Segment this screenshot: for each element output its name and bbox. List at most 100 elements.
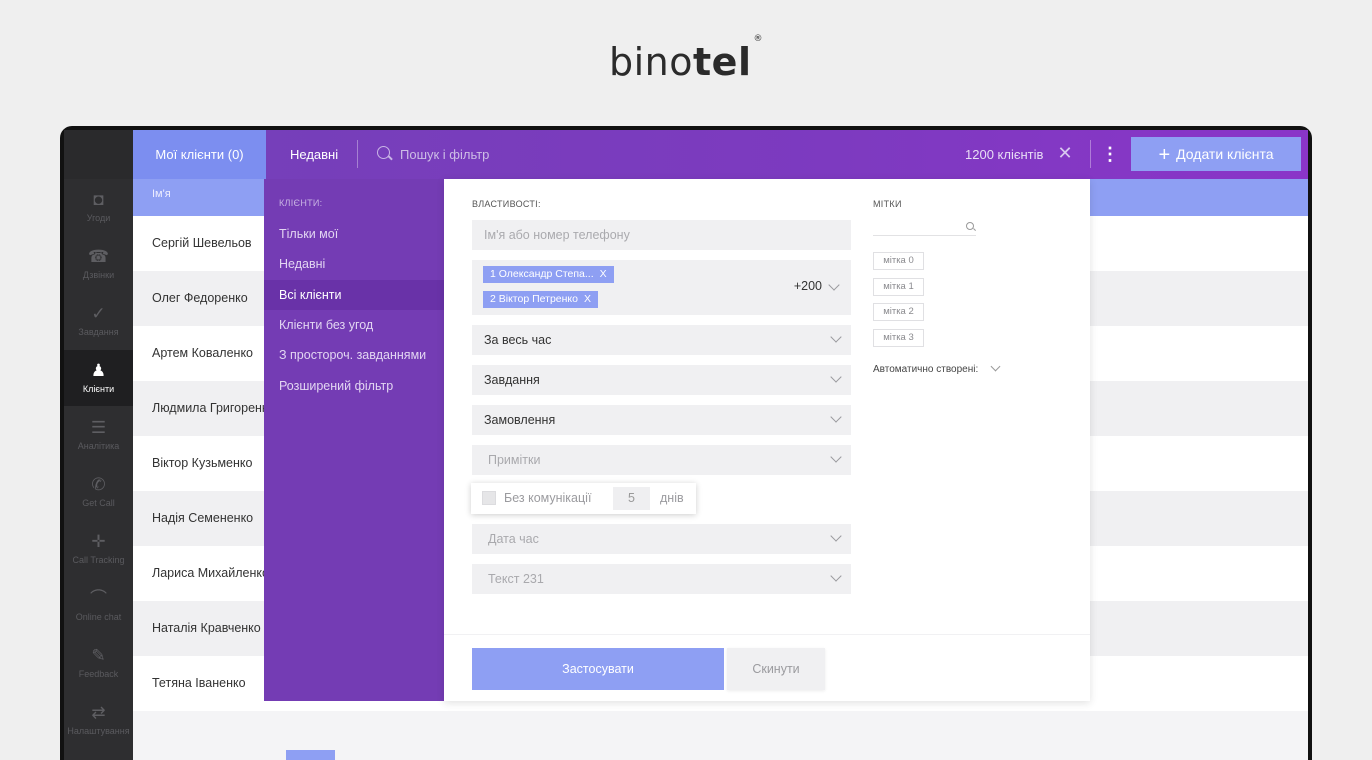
reset-button[interactable]: Скинути (727, 648, 825, 690)
binotel-logo: binotel® (0, 34, 1372, 84)
client-name: Надія Семененко (152, 511, 254, 525)
sidebar-item-label: Налаштування (67, 726, 130, 736)
close-icon[interactable]: ✕ (1057, 144, 1073, 162)
tag-chip[interactable]: мітка 3 (873, 328, 924, 347)
tab-recent[interactable]: Недавні (290, 130, 338, 179)
phone-icon: ☎ (87, 247, 110, 266)
client-name: Віктор Кузьменко (152, 456, 253, 470)
chip-label: 2 Віктор Петренко (490, 293, 578, 305)
column-header-name[interactable]: Ім'я (152, 188, 171, 200)
add-client-button[interactable]: + Додати клієнта (1131, 137, 1301, 171)
auto-created-label[interactable]: Автоматично створені: (873, 364, 978, 375)
client-name: Сергій Шевельов (152, 236, 252, 250)
sidebar-item[interactable]: ✓ Завдання (64, 293, 133, 349)
chevron-down-icon (830, 411, 842, 423)
chip-remove-icon[interactable]: X (584, 293, 591, 305)
search-icon[interactable] (377, 146, 390, 159)
plus-icon: + (1158, 144, 1171, 166)
search-icon (966, 222, 974, 230)
properties-title: ВЛАСТИВОСТІ: (472, 199, 541, 209)
chevron-down-icon[interactable] (828, 279, 840, 291)
tag-chip[interactable]: мітка 2 (873, 303, 924, 321)
chevron-down-icon[interactable] (990, 361, 1001, 372)
days-input[interactable]: 5 (613, 487, 650, 510)
check-icon: ✓ (91, 304, 106, 323)
chip-label: 1 Олександр Степа... (490, 268, 594, 280)
filter-select[interactable]: Текст 231 (472, 564, 851, 594)
client-name: Людмила Григоренко (152, 401, 275, 415)
sidebar-item[interactable]: ✎ Feedback (64, 635, 133, 691)
deals-icon: ◘ (93, 190, 104, 209)
sidebar-item[interactable]: ☰ Аналітика (64, 407, 133, 463)
app-screen: ◘ Угоди ☎ Дзвінки ✓ Завдання ♟ Клієнти ☰ Аналітик… (64, 130, 1308, 760)
sidebar-item[interactable]: ♟ Клієнти (64, 350, 133, 406)
no-communication-checkbox[interactable] (482, 491, 496, 505)
filter-select[interactable]: Замовлення (472, 405, 851, 435)
no-communication-filter: Без комунікації 5 днів (471, 483, 696, 514)
employee-chips-field[interactable]: 1 Олександр Степа... X 2 Віктор Петренко X… (472, 260, 851, 315)
filter-option[interactable]: Тільки мої (264, 219, 444, 249)
apply-button[interactable]: Застосувати (472, 648, 724, 690)
chevron-down-icon (830, 451, 842, 463)
filter-select-label: За весь час (484, 333, 552, 347)
filter-select-label: Текст 231 (488, 572, 544, 586)
sidebar-item-label: Call Tracking (72, 555, 125, 565)
no-communication-label: Без комунікації (504, 491, 592, 505)
tag-chip[interactable]: мітка 1 (873, 277, 924, 296)
filter-option[interactable]: З простороч. завданнями (264, 340, 444, 370)
feedback-icon: ✎ (91, 646, 106, 665)
sidebar-item-label: Аналітика (77, 441, 120, 451)
filter-select-label: Дата час (488, 532, 539, 546)
sidebar-item[interactable]: ☎ Дзвінки (64, 236, 133, 292)
tag-chip[interactable]: мітка 0 (873, 252, 924, 270)
client-name: Олег Федоренко (152, 291, 248, 305)
chip[interactable]: 1 Олександр Степа... X (483, 266, 614, 283)
pagination-indicator[interactable] (286, 750, 335, 760)
filter-clients-panel: КЛІЄНТИ: Тільки мої Недавні Всі клієнти Клі… (264, 179, 444, 701)
sidebar-item[interactable]: ⌒ Online chat (64, 578, 133, 634)
sidebar-item[interactable]: ✆ Get Call (64, 464, 133, 520)
search-input[interactable]: Пошук і фільтр (400, 130, 489, 179)
sidebar-item-label: Угоди (86, 213, 111, 223)
chip[interactable]: 2 Віктор Петренко X (483, 291, 598, 308)
days-unit: днів (660, 491, 684, 505)
sidebar-item[interactable]: ◘ Угоди (64, 179, 133, 235)
filter-select[interactable]: Дата час (472, 524, 851, 554)
more-options-icon[interactable]: ⋮ (1101, 143, 1119, 165)
tags-title: МІТКИ (873, 199, 902, 209)
filter-select[interactable]: Примітки (472, 445, 851, 475)
filter-option[interactable]: Всі клієнти (264, 279, 444, 310)
filter-option[interactable]: Клієнти без угод (264, 310, 444, 340)
client-name: Тетяна Іваненко (152, 676, 246, 690)
filter-select[interactable]: За весь час (472, 325, 851, 355)
settings-icon: ⇄ (91, 703, 106, 722)
analytics-icon: ☰ (90, 418, 107, 437)
chips-more-count[interactable]: +200 (794, 279, 822, 293)
clients-section-title: КЛІЄНТИ: (279, 198, 323, 208)
sidebar-item[interactable]: ⇄ Налаштування (64, 692, 133, 748)
chat-icon: ⌒ (90, 589, 107, 608)
sidebar-top (64, 130, 133, 179)
tab-my-clients[interactable]: Мої клієнти (0) (133, 130, 266, 179)
client-name: Наталія Кравченко (152, 621, 261, 635)
logo-bold: tel (693, 40, 752, 84)
filter-select-label: Замовлення (484, 413, 556, 427)
filter-option[interactable]: Недавні (264, 249, 444, 279)
sidebar-item[interactable]: ✛ Call Tracking (64, 521, 133, 577)
client-name: Артем Коваленко (152, 346, 254, 360)
footer-divider (444, 634, 1090, 635)
logo-registered-mark: ® (753, 34, 763, 45)
name-or-phone-input[interactable]: Ім'я або номер телефону (472, 220, 851, 250)
user-icon: ♟ (90, 361, 107, 380)
filter-properties-panel: ВЛАСТИВОСТІ: Ім'я або номер телефону 1 О… (444, 179, 1090, 701)
getcall-icon: ✆ (91, 475, 106, 494)
sidebar-item-label: Дзвінки (82, 270, 115, 280)
tags-search-input[interactable] (873, 216, 976, 236)
sidebar-item-label: Feedback (78, 669, 119, 679)
filter-select[interactable]: Завдання (472, 365, 851, 395)
chip-remove-icon[interactable]: X (600, 268, 607, 280)
calltracking-icon: ✛ (91, 532, 106, 551)
logo-regular: bino (609, 40, 694, 84)
filter-option[interactable]: Розширений фільтр (264, 371, 444, 401)
top-bar: Мої клієнти (0) Недавні Пошук і фільтр 1… (133, 130, 1308, 179)
